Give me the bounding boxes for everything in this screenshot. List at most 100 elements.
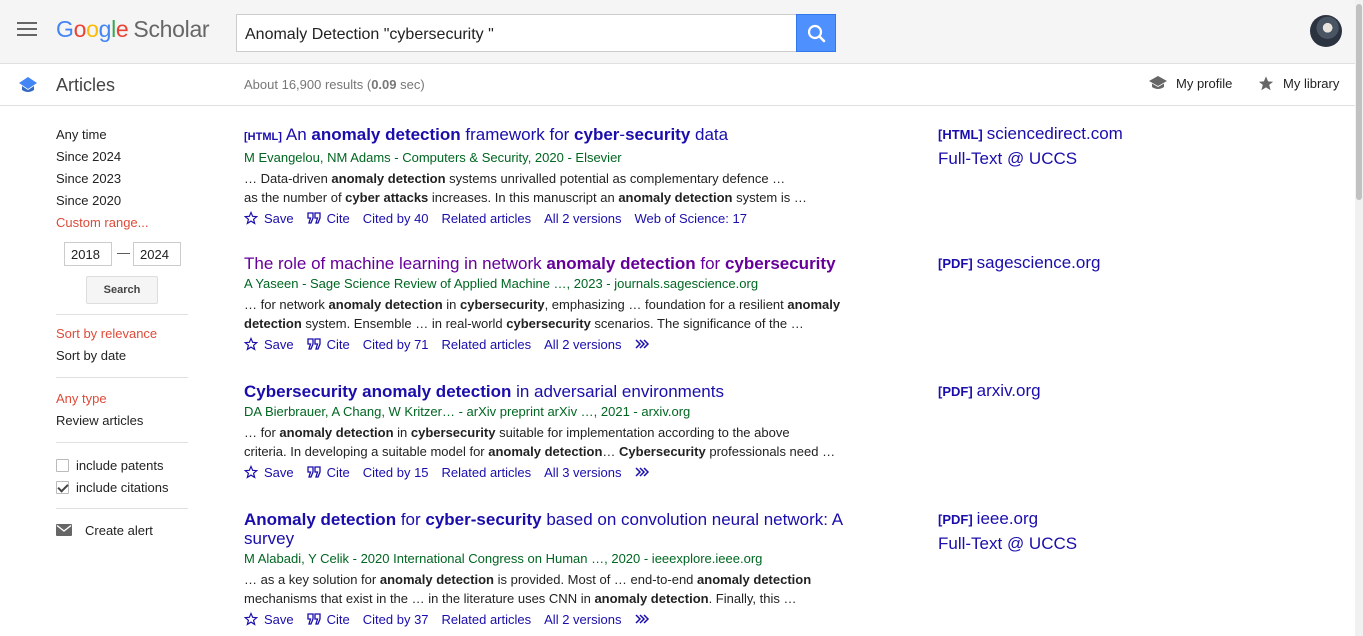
highlighted-term: cybersecurity bbox=[460, 297, 545, 312]
cited-by-link[interactable]: Cited by 71 bbox=[363, 337, 429, 352]
fulltext-source: Full-Text @ UCCS bbox=[938, 534, 1078, 553]
filter-since-2023[interactable]: Since 2023 bbox=[56, 168, 190, 190]
quote-icon bbox=[306, 212, 321, 224]
cite-button[interactable]: Cite bbox=[306, 465, 350, 480]
create-alert-link[interactable]: Create alert bbox=[56, 519, 190, 541]
fulltext-link[interactable]: [PDF] arxiv.org bbox=[938, 379, 1198, 404]
related-articles-link[interactable]: Related articles bbox=[442, 337, 532, 352]
search-input[interactable]: Anomaly Detection "cybersecurity " bbox=[236, 14, 797, 52]
cite-button[interactable]: Cite bbox=[306, 337, 350, 352]
save-button[interactable]: Save bbox=[244, 465, 294, 480]
highlighted-term: anomaly detection bbox=[488, 444, 603, 459]
result-authors: A Yaseen - Sage Science Review of Applie… bbox=[244, 276, 759, 291]
result-title-link[interactable]: Anomaly detection for cyber-security bas… bbox=[244, 510, 864, 548]
range-to-input[interactable]: 2024 bbox=[133, 242, 181, 266]
highlighted-term: Anomaly detection bbox=[244, 510, 397, 529]
highlighted-term: anomaly detection bbox=[331, 171, 446, 186]
fulltext-source: Full-Text @ UCCS bbox=[938, 149, 1078, 168]
result-title-link[interactable]: The role of machine learning in network … bbox=[244, 254, 864, 273]
save-button[interactable]: Save bbox=[244, 337, 294, 352]
account-avatar[interactable] bbox=[1310, 15, 1342, 47]
include-patents-label: include patents bbox=[76, 457, 164, 473]
checkbox-box[interactable] bbox=[56, 480, 69, 494]
search-button[interactable] bbox=[796, 14, 836, 52]
highlighted-term: Cybersecurity anomaly detection bbox=[244, 382, 512, 401]
related-articles-link[interactable]: Related articles bbox=[442, 612, 532, 627]
include-citations-checkbox[interactable]: include citations bbox=[56, 476, 190, 498]
fulltext-link[interactable]: [PDF] ieee.org bbox=[938, 507, 1198, 532]
filter-review-articles[interactable]: Review articles bbox=[56, 410, 190, 432]
sort-by-relevance[interactable]: Sort by relevance bbox=[56, 323, 190, 345]
filter-any-type[interactable]: Any type bbox=[56, 388, 190, 410]
result-title-link[interactable]: Cybersecurity anomaly detection in adver… bbox=[244, 382, 864, 401]
related-articles-link[interactable]: Related articles bbox=[442, 465, 532, 480]
text-segment: for bbox=[396, 510, 426, 529]
all-versions-link[interactable]: All 3 versions bbox=[544, 465, 621, 480]
filter-since-2020[interactable]: Since 2020 bbox=[56, 190, 190, 212]
star-icon bbox=[244, 211, 258, 225]
highlighted-term: anomaly detection bbox=[328, 297, 443, 312]
my-profile-link[interactable]: My profile bbox=[1148, 75, 1232, 91]
filter-since-2024[interactable]: Since 2024 bbox=[56, 146, 190, 168]
range-from-input[interactable]: 2018 bbox=[64, 242, 112, 266]
range-separator: — bbox=[117, 245, 130, 260]
fulltext-type-tag: [PDF] bbox=[938, 384, 973, 399]
fulltext-link[interactable]: Full-Text @ UCCS bbox=[938, 147, 1198, 171]
all-versions-link[interactable]: All 2 versions bbox=[544, 337, 621, 352]
checkbox-box[interactable] bbox=[56, 458, 69, 472]
include-citations-label: include citations bbox=[76, 479, 169, 495]
filter-any-time[interactable]: Any time bbox=[56, 124, 190, 146]
sort-by-date[interactable]: Sort by date bbox=[56, 345, 190, 367]
result-title-link[interactable]: [HTML] An anomaly detection framework for… bbox=[244, 125, 864, 147]
cite-button[interactable]: Cite bbox=[306, 612, 350, 627]
my-profile-label: My profile bbox=[1176, 75, 1233, 91]
results-count-suffix: sec) bbox=[396, 77, 425, 92]
more-options-button[interactable] bbox=[634, 613, 650, 625]
all-versions-link[interactable]: All 2 versions bbox=[544, 211, 621, 226]
cite-button[interactable]: Cite bbox=[306, 210, 350, 226]
cited-by-link[interactable]: Cited by 37 bbox=[363, 612, 429, 627]
double-chevron-icon bbox=[635, 339, 650, 349]
cited-by-link[interactable]: Cited by 40 bbox=[363, 211, 429, 226]
save-label: Save bbox=[264, 336, 294, 352]
page-scrollbar[interactable] bbox=[1355, 0, 1363, 636]
more-options-button[interactable] bbox=[634, 466, 650, 478]
highlighted-term: anomaly detection bbox=[546, 254, 696, 273]
fulltext-source: arxiv.org bbox=[976, 381, 1041, 400]
highlighted-term: detection bbox=[244, 316, 302, 331]
result-authors: M Alabadi, Y Celik - 2020 International … bbox=[244, 551, 763, 566]
fulltext-type-tag: [PDF] bbox=[938, 256, 973, 271]
fulltext-link[interactable]: [PDF] sagescience.org bbox=[938, 251, 1198, 276]
highlighted-term: anomaly detection bbox=[311, 125, 461, 144]
highlighted-term: anomaly bbox=[787, 297, 841, 312]
more-options-button[interactable] bbox=[634, 338, 650, 350]
menu-icon[interactable] bbox=[17, 22, 37, 38]
my-library-link[interactable]: My library bbox=[1257, 75, 1339, 92]
scrollbar-thumb[interactable] bbox=[1356, 4, 1362, 200]
text-segment: … for bbox=[244, 425, 280, 440]
include-patents-checkbox[interactable]: include patents bbox=[56, 454, 190, 476]
google-scholar-logo[interactable]: Google Scholar bbox=[56, 16, 210, 43]
range-search-button[interactable]: Search bbox=[86, 276, 158, 304]
all-versions-link[interactable]: All 2 versions bbox=[544, 612, 621, 627]
related-articles-link[interactable]: Related articles bbox=[442, 211, 532, 226]
star-icon bbox=[1258, 76, 1274, 91]
highlighted-term: anomaly detection bbox=[618, 190, 733, 205]
quote-icon bbox=[306, 466, 321, 478]
cited-by-link[interactable]: Cited by 15 bbox=[363, 465, 429, 480]
fulltext-source: sagescience.org bbox=[976, 253, 1101, 272]
web-of-science-link[interactable]: Web of Science: 17 bbox=[634, 211, 747, 226]
save-button[interactable]: Save bbox=[244, 211, 294, 226]
search-result: Cybersecurity anomaly detection in adver… bbox=[244, 382, 864, 481]
fulltext-link[interactable]: Full-Text @ UCCS bbox=[938, 532, 1198, 556]
envelope-icon bbox=[56, 524, 72, 536]
fulltext-link[interactable]: [HTML] sciencedirect.com bbox=[938, 122, 1198, 147]
filter-sidebar: Any time Since 2024 Since 2023 Since 202… bbox=[56, 106, 190, 541]
cite-label: Cite bbox=[326, 210, 350, 226]
text-segment: professionals need … bbox=[705, 444, 836, 459]
save-button[interactable]: Save bbox=[244, 612, 294, 627]
filter-custom-range[interactable]: Custom range... bbox=[56, 212, 190, 234]
results-count: About 16,900 results (0.09 sec) bbox=[244, 77, 425, 92]
text-segment: systems unrivalled potential as compleme… bbox=[445, 171, 786, 186]
highlighted-term: cyber-security bbox=[425, 510, 542, 529]
